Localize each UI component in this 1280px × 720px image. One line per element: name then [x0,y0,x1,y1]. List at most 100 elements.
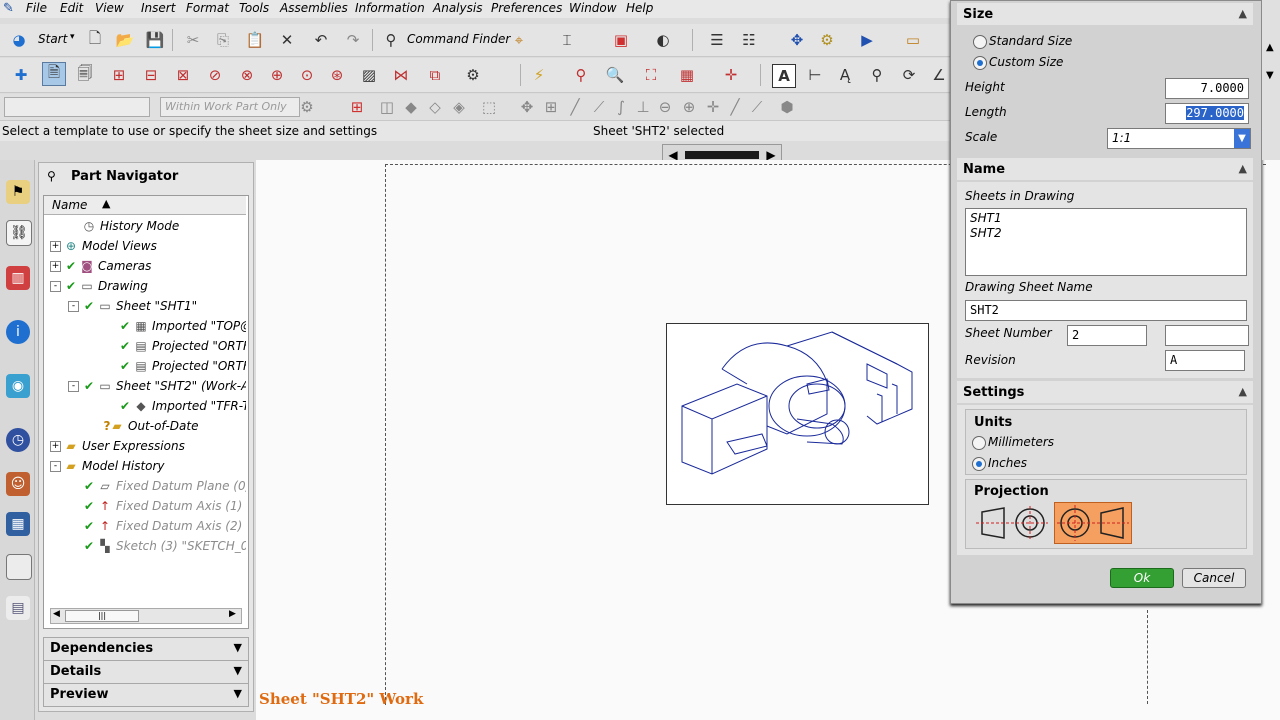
menu-analysis[interactable]: Analysis [433,1,482,15]
update-views-icon[interactable]: ⧉ [424,64,446,86]
center-icon[interactable]: ⊖ [654,96,676,118]
checkbox-checked-icon[interactable]: ✔ [82,539,96,553]
checkbox-checked-icon[interactable]: ✔ [82,299,96,313]
edge-select-icon[interactable]: ◈ [448,96,470,118]
new-file-icon[interactable]: 🗋 [84,29,106,51]
text-cursor-icon[interactable]: ⌶ [556,29,578,51]
checkbox-checked-icon[interactable]: ✔ [64,279,78,293]
expand-icon[interactable]: + [50,441,61,452]
revision-field[interactable]: A [1165,350,1245,371]
millimeters-radio[interactable] [972,436,986,450]
length-field[interactable]: 297.0000 [1165,103,1249,124]
web-browser-icon[interactable]: ◉ [6,374,30,398]
menu-tools[interactable]: Tools [239,1,269,15]
tree-row[interactable]: ✔ ▚ Sketch (3) "SKETCH_0 [44,536,246,556]
save-icon[interactable]: 💾 [144,29,166,51]
view-style-icon[interactable]: ⚙ [462,64,484,86]
drawing-view-icon[interactable]: ⊟ [140,64,162,86]
tree-row[interactable]: ? ▰ Out-of-Date [44,416,246,436]
midpoint-icon[interactable]: ⊞ [540,96,562,118]
new-sheet-icon[interactable]: ✚ [10,64,32,86]
menu-view[interactable]: View [95,1,124,15]
half-section-icon[interactable]: ⊕ [266,64,288,86]
tree-row[interactable]: ✔ ↑ Fixed Datum Axis (1) [44,496,246,516]
name-group-header[interactable]: Name ▲ [957,158,1253,180]
section-view-icon[interactable]: ⊗ [236,64,258,86]
height-field[interactable]: 7.0000 [1165,78,1249,99]
horizontal-scrollbar[interactable]: ◀ ||| ▶ [50,608,242,624]
wcs-icon[interactable]: ✥ [786,29,808,51]
projected-view-icon[interactable]: ⊠ [172,64,194,86]
details-panel[interactable]: Details ▼ [43,660,249,684]
revolved-section-icon[interactable]: ⊙ [296,64,318,86]
checkbox-checked-icon[interactable]: ✔ [64,259,78,273]
endpoint-icon[interactable]: ✥ [516,96,538,118]
tree-row[interactable]: ✔▦ Imported "TOP@1" [44,316,246,336]
inches-radio[interactable] [972,457,986,471]
detail-view-icon[interactable]: ⊘ [204,64,226,86]
curve-icon[interactable]: ∫ [610,96,632,118]
point-on-curve-icon[interactable]: ╱ [724,96,746,118]
scale-select[interactable]: 1:1 ▼ [1107,128,1251,149]
tree-row[interactable]: - ▰ Model History [44,456,246,476]
fit-view-icon[interactable]: ▣ [610,29,632,51]
scroll-up-icon[interactable]: ▲ [1266,42,1274,53]
ruler-icon[interactable]: ▭ [902,29,924,51]
tree-row[interactable]: ✔▤ Projected "ORTHO@ [44,356,246,376]
spreadsheet-icon[interactable]: ▤ [6,596,30,620]
reuse-library-icon[interactable]: ▥ [6,266,30,290]
tree-row[interactable]: ✔ ◆ Imported "TFR-TRI@ [44,396,246,416]
checkbox-checked-icon[interactable]: ✔ [82,499,96,513]
dimension-icon[interactable]: ⊢ [804,64,826,86]
snap-point-icon[interactable]: ⊞ [346,96,368,118]
note-icon[interactable]: A [772,64,796,88]
layer-visible-icon[interactable]: ☷ [738,29,760,51]
grid-icon[interactable]: ▦ [676,64,698,86]
tree-row[interactable]: - ✔ ▭ Sheet "SHT2" (Work-A [44,376,246,396]
tree-row[interactable]: + ✔ ◙ Cameras [44,256,246,276]
scroll-down-icon[interactable]: ▼ [1266,70,1274,81]
checkbox-checked-icon[interactable]: ✔ [118,399,132,413]
broken-view-icon[interactable]: ▨ [358,64,380,86]
drawing-view-frame[interactable] [666,323,929,505]
scroll-right-icon[interactable]: ▶ [229,609,236,619]
tree-row[interactable]: - ✔ ▭ Sheet "SHT1" [44,296,246,316]
custom-size-radio[interactable] [973,56,987,70]
box-select-icon[interactable]: ⬚ [478,96,500,118]
sheet-name-field[interactable]: SHT2 [965,300,1247,321]
zoom-icon[interactable]: ⚲ [866,64,888,86]
part-navigator-tab-icon[interactable]: ⛓ [6,220,32,246]
base-view-icon[interactable]: ⊞ [108,64,130,86]
start-button[interactable]: Start [38,32,67,46]
checkbox-checked-icon[interactable]: ✔ [118,319,132,333]
tree-row[interactable]: ✔ ↑ Fixed Datum Axis (2) [44,516,246,536]
menu-edit[interactable]: Edit [60,1,83,15]
paste-icon[interactable]: 📋 [244,29,266,51]
existing-point-icon[interactable]: ✛ [702,96,724,118]
face-select-icon[interactable]: ◇ [424,96,446,118]
sheet-number-field[interactable]: 2 [1067,325,1147,346]
expand-icon[interactable]: + [50,241,61,252]
checkbox-checked-icon[interactable]: ✔ [82,479,96,493]
collapse-icon[interactable]: - [50,281,61,292]
search-icon[interactable]: 🔍 [604,64,626,86]
selection-tool-icon[interactable]: ⌖ [508,29,530,51]
quadrant-icon[interactable]: ⊕ [678,96,700,118]
bounded-grid-icon[interactable]: ⬢ [776,96,798,118]
intersection-icon[interactable]: ⊥ [632,96,654,118]
collapse-icon[interactable]: ▲ [1239,7,1247,20]
open-folder-icon[interactable]: 📂 [114,29,136,51]
standard-size-radio[interactable] [973,35,987,49]
collapse-icon[interactable]: - [68,381,79,392]
body-select-icon[interactable]: ◆ [400,96,422,118]
assembly-navigator-icon[interactable]: ⚑ [6,180,30,204]
blank-palette-icon[interactable] [6,554,32,580]
column-header[interactable]: Name ▲ [44,196,246,215]
tangent-icon[interactable]: ⟋ [746,96,768,118]
menu-information[interactable]: Information [355,1,425,15]
cut-icon[interactable]: ✂ [182,29,204,51]
menu-window[interactable]: Window [569,1,617,15]
expand-icon[interactable]: + [50,261,61,272]
collapse-icon[interactable]: - [50,461,61,472]
angle-icon[interactable]: ∠ [928,64,950,86]
